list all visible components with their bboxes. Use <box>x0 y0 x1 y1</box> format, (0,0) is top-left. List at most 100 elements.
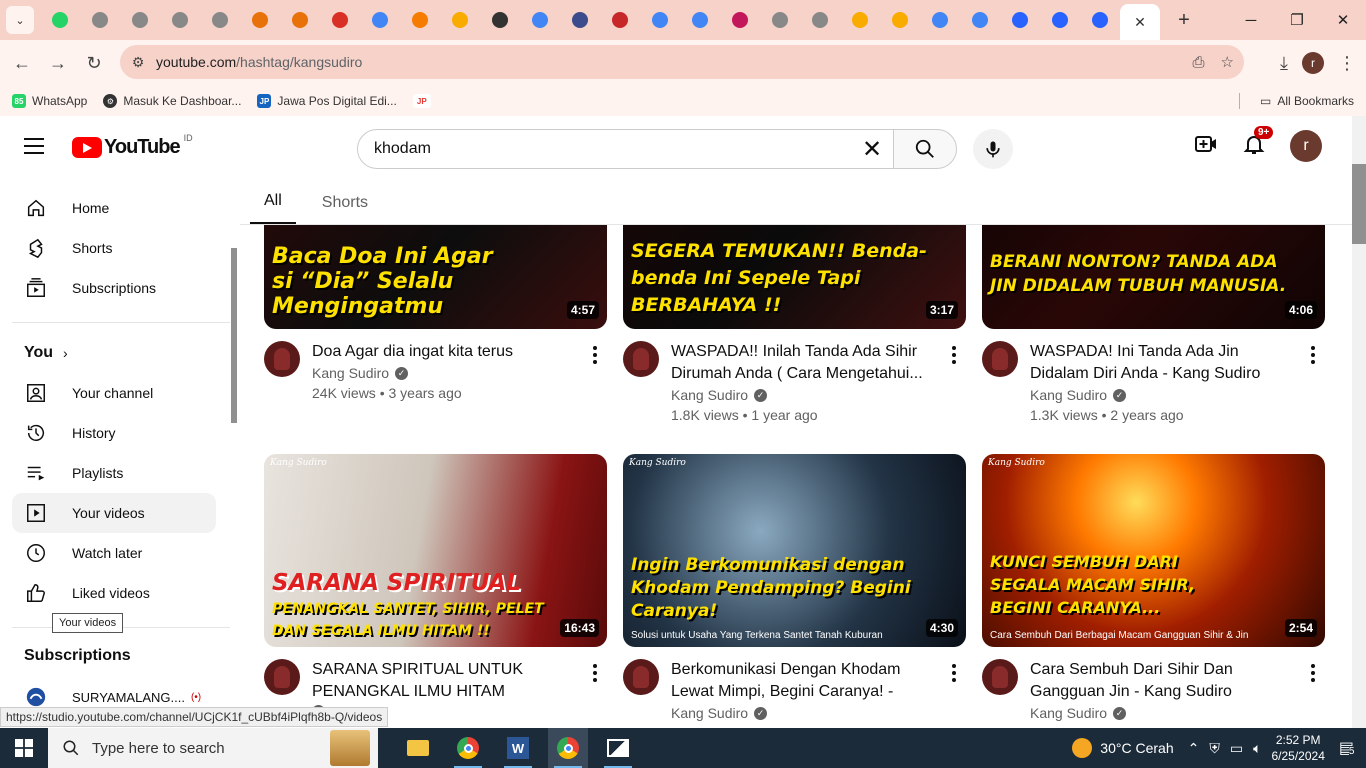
sidebar-item-home[interactable]: Home <box>12 188 216 228</box>
close-tab-icon[interactable]: ✕ <box>1134 14 1146 31</box>
bookmark-dashboard[interactable]: ⚙ Masuk Ke Dashboar... <box>103 94 241 108</box>
video-title[interactable]: Doa Agar dia ingat kita terus <box>312 341 574 363</box>
account-avatar[interactable]: r <box>1290 130 1322 162</box>
browser-tab[interactable] <box>480 3 520 37</box>
browser-tab[interactable] <box>80 3 120 37</box>
taskbar-photos[interactable] <box>598 728 638 768</box>
new-tab-button[interactable]: + <box>1170 6 1198 34</box>
bookmark-whatsapp[interactable]: 85 WhatsApp <box>12 94 87 108</box>
minimize-button[interactable]: ─ <box>1228 0 1274 40</box>
bookmark-star-icon[interactable]: ☆ <box>1221 53 1234 71</box>
channel-avatar[interactable] <box>264 341 300 377</box>
voice-search-button[interactable] <box>973 129 1013 169</box>
browser-tab[interactable] <box>1000 3 1040 37</box>
browser-tab[interactable] <box>760 3 800 37</box>
scrollbar-thumb[interactable] <box>1352 164 1366 244</box>
profile-avatar[interactable]: r <box>1302 52 1324 74</box>
forward-button[interactable]: → <box>40 45 76 81</box>
video-thumbnail[interactable]: Kang Sudiro Ingin Berkomunikasi dengan K… <box>623 454 966 647</box>
browser-tab[interactable] <box>880 3 920 37</box>
chrome-menu-icon[interactable]: ⋮ <box>1338 53 1356 74</box>
sidebar-item-watch-later[interactable]: Watch later <box>12 533 216 573</box>
video-title[interactable]: Cara Sembuh Dari Sihir Dan Gangguan Jin … <box>1030 659 1292 703</box>
reload-button[interactable]: ↻ <box>76 45 112 81</box>
volume-icon[interactable]: 🔈︎ <box>1253 740 1261 757</box>
bookmark-jawapos[interactable]: JP Jawa Pos Digital Edi... <box>257 94 397 108</box>
sidebar-scrollbar[interactable] <box>231 248 237 423</box>
tab-search-button[interactable]: ⌄ <box>6 6 34 34</box>
clear-search-icon[interactable]: ✕ <box>857 134 887 164</box>
video-title[interactable]: SARANA SPIRITUAL UNTUK PENANGKAL ILMU HI… <box>312 659 574 703</box>
browser-tab[interactable] <box>560 3 600 37</box>
install-app-icon[interactable]: ⎙ <box>1193 54 1205 71</box>
clock[interactable]: 2:52 PM 6/25/2024 <box>1271 732 1324 764</box>
sidebar-item-subscriptions[interactable]: Subscriptions <box>12 268 216 308</box>
more-actions-icon[interactable] <box>1301 343 1325 367</box>
chevron-up-icon[interactable]: ⌃ <box>1188 740 1200 757</box>
browser-tab[interactable] <box>320 3 360 37</box>
page-scrollbar[interactable] <box>1352 116 1366 728</box>
channel-name[interactable]: Kang Sudiro <box>671 387 748 403</box>
browser-tab[interactable] <box>40 3 80 37</box>
video-title[interactable]: WASPADA! Ini Tanda Ada Jin Didalam Diri … <box>1030 341 1292 385</box>
channel-avatar[interactable] <box>623 341 659 377</box>
youtube-logo[interactable]: YouTube ID <box>72 133 193 159</box>
channel-avatar[interactable] <box>982 341 1018 377</box>
address-url[interactable]: youtube.com/hashtag/kangsudiro <box>156 54 362 70</box>
video-card[interactable]: Kang Sudiro SARANA SPIRITUAL PENANGKAL S… <box>264 454 607 728</box>
browser-tab[interactable] <box>200 3 240 37</box>
browser-tab[interactable] <box>520 3 560 37</box>
shield-icon[interactable]: ⛨ <box>1209 740 1220 757</box>
taskbar-chrome[interactable] <box>448 728 488 768</box>
bookmark-jpnn[interactable]: JP <box>412 94 431 108</box>
video-thumbnail[interactable]: Kang Sudiro SARANA SPIRITUAL PENANGKAL S… <box>264 454 607 647</box>
video-card[interactable]: Kang Sudiro KUNCI SEMBUH DARI SEGALA MAC… <box>982 454 1325 728</box>
browser-tab[interactable] <box>600 3 640 37</box>
browser-tab[interactable] <box>120 3 160 37</box>
more-actions-icon[interactable] <box>942 661 966 685</box>
menu-icon[interactable] <box>24 138 44 159</box>
close-window-button[interactable]: ✕ <box>1320 0 1366 40</box>
video-thumbnail[interactable]: BERANI NONTON? TANDA ADA JIN DIDALAM TUB… <box>982 225 1325 329</box>
sidebar-item-history[interactable]: History <box>12 413 216 453</box>
taskbar-word[interactable]: W <box>498 728 538 768</box>
browser-tab[interactable] <box>240 3 280 37</box>
maximize-button[interactable]: ❐ <box>1274 0 1320 40</box>
browser-tab[interactable] <box>960 3 1000 37</box>
sidebar-item-playlists[interactable]: Playlists <box>12 453 216 493</box>
video-card[interactable]: BERANI NONTON? TANDA ADA JIN DIDALAM TUB… <box>982 225 1325 441</box>
video-thumbnail[interactable]: Baca Doa Ini Agar si “Dia” Selalu Mengin… <box>264 225 607 329</box>
sidebar-you-header[interactable]: You › <box>12 333 216 373</box>
channel-avatar[interactable] <box>264 659 300 695</box>
sidebar-item-liked-videos[interactable]: Liked videos <box>12 573 216 613</box>
browser-tab[interactable] <box>720 3 760 37</box>
channel-avatar[interactable] <box>623 659 659 695</box>
tab-shorts[interactable]: Shorts <box>322 194 368 224</box>
network-icon[interactable]: ▭ <box>1230 740 1243 757</box>
channel-name[interactable]: Kang Sudiro <box>1030 387 1107 403</box>
video-card[interactable]: SEGERA TEMUKAN!! Benda-benda Ini Sepele … <box>623 225 966 441</box>
browser-tab-active[interactable]: ✕ <box>1120 4 1160 40</box>
browser-tab[interactable] <box>800 3 840 37</box>
video-card[interactable]: Kang Sudiro Ingin Berkomunikasi dengan K… <box>623 454 966 728</box>
sidebar-item-shorts[interactable]: Shorts <box>12 228 216 268</box>
site-info-icon[interactable]: ⚙ <box>120 54 156 71</box>
browser-tab[interactable] <box>1040 3 1080 37</box>
browser-tab[interactable] <box>360 3 400 37</box>
video-title[interactable]: Berkomunikasi Dengan Khodam Lewat Mimpi,… <box>671 659 933 703</box>
channel-name[interactable]: Kang Sudiro <box>671 705 748 721</box>
video-thumbnail[interactable]: SEGERA TEMUKAN!! Benda-benda Ini Sepele … <box>623 225 966 329</box>
browser-tab[interactable] <box>640 3 680 37</box>
video-thumbnail[interactable]: Kang Sudiro KUNCI SEMBUH DARI SEGALA MAC… <box>982 454 1325 647</box>
video-card[interactable]: Baca Doa Ini Agar si “Dia” Selalu Mengin… <box>264 225 607 441</box>
more-actions-icon[interactable] <box>583 343 607 367</box>
video-title[interactable]: WASPADA!! Inilah Tanda Ada Sihir Dirumah… <box>671 341 933 385</box>
search-button[interactable] <box>893 129 957 169</box>
browser-tab[interactable] <box>400 3 440 37</box>
back-button[interactable]: ← <box>4 45 40 81</box>
browser-tab[interactable] <box>1080 3 1120 37</box>
tab-all[interactable]: All <box>250 192 296 224</box>
browser-tab[interactable] <box>440 3 480 37</box>
download-icon[interactable]: ⤓ <box>1280 53 1288 74</box>
browser-tab[interactable] <box>680 3 720 37</box>
